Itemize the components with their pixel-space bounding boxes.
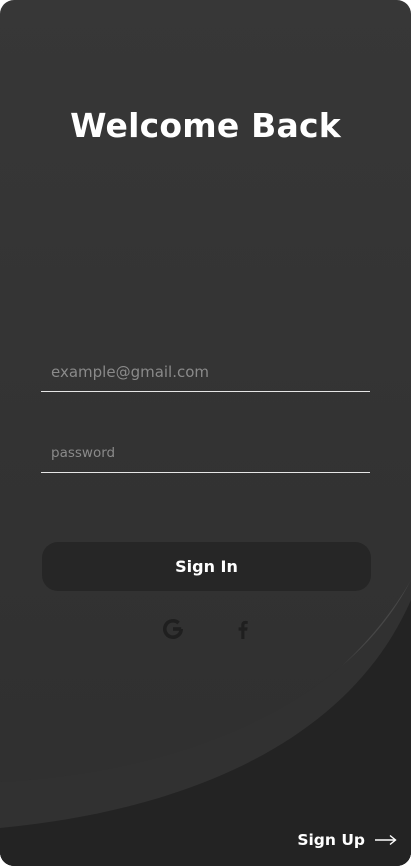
- google-icon[interactable]: [161, 617, 185, 641]
- sign-up-label: Sign Up: [297, 831, 365, 849]
- email-field[interactable]: [41, 352, 370, 392]
- sign-up-link[interactable]: Sign Up: [297, 826, 397, 854]
- facebook-icon[interactable]: [231, 617, 255, 641]
- sign-in-button[interactable]: Sign In: [42, 542, 371, 591]
- password-field[interactable]: [41, 433, 370, 473]
- page-title: Welcome Back: [70, 106, 341, 145]
- login-screen: Welcome Back Sign In Sign Up: [0, 0, 411, 866]
- arrow-right-icon: [375, 834, 397, 846]
